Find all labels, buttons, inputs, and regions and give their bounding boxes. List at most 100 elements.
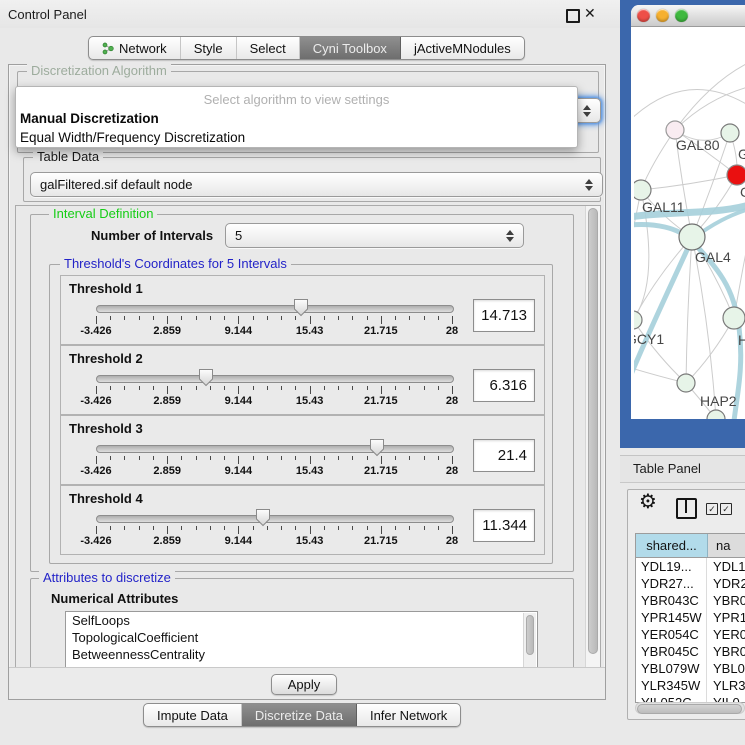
- cell-shared-name: YPR145W: [636, 609, 707, 626]
- threshold-value-field[interactable]: 11.344: [473, 509, 535, 542]
- table-row[interactable]: YDL19...YDL1: [636, 558, 745, 575]
- slider-thumb[interactable]: [293, 298, 309, 317]
- network-edge[interactable]: [686, 237, 692, 383]
- slider-track[interactable]: [96, 305, 454, 313]
- threshold-label: Threshold 1: [69, 281, 143, 296]
- algorithm-placeholder-option[interactable]: Select algorithm to view settings: [16, 90, 577, 109]
- tick-mark: [153, 316, 154, 320]
- slider-tick-labels: -3.4262.8599.14415.4321.71528: [96, 395, 452, 408]
- combo-arrows-icon: [582, 104, 591, 118]
- checkbox-icon[interactable]: ✓: [706, 503, 718, 515]
- slider-thumb[interactable]: [369, 438, 385, 457]
- tick-mark: [409, 526, 410, 530]
- slider-track[interactable]: [96, 375, 454, 383]
- close-button[interactable]: [637, 9, 650, 22]
- tab-style[interactable]: Style: [181, 37, 237, 59]
- threshold-value-field[interactable]: 6.316: [473, 369, 535, 402]
- network-desktop: GAL80GACGAL11GAL4GCY1HHAP2: [620, 0, 745, 448]
- slider-thumb[interactable]: [255, 508, 271, 527]
- tick-mark: [96, 316, 97, 324]
- network-edge-highlighted[interactable]: [634, 239, 692, 377]
- tab-infer-network[interactable]: Infer Network: [357, 704, 460, 726]
- tick-mark: [295, 526, 296, 530]
- scrollbar-thumb[interactable]: [637, 704, 742, 714]
- tab-impute-data[interactable]: Impute Data: [144, 704, 242, 726]
- tick-mark: [167, 456, 168, 464]
- attribute-item[interactable]: BetweennessCentrality: [66, 646, 537, 663]
- algorithm-option-manual-discretization[interactable]: Manual Discretization: [16, 109, 577, 128]
- network-window-titlebar[interactable]: [631, 5, 745, 27]
- tab-discretize-data[interactable]: Discretize Data: [242, 704, 357, 726]
- numerical-attributes-list[interactable]: SelfLoopsTopologicalCoefficientBetweenne…: [65, 611, 538, 669]
- minimize-button[interactable]: [656, 9, 669, 22]
- tick-mark: [181, 316, 182, 320]
- cell-name: YBR0: [707, 643, 745, 660]
- table-row[interactable]: YBL079WYBL0: [636, 660, 745, 677]
- table-panel-title: Table Panel: [633, 461, 701, 476]
- tick-mark: [367, 456, 368, 460]
- tab-cyni-toolbox[interactable]: Cyni Toolbox: [300, 37, 401, 59]
- network-node-gal11[interactable]: [634, 180, 651, 200]
- tick-mark: [395, 456, 396, 460]
- attributes-group: Attributes to discretize Numerical Attri…: [30, 578, 574, 669]
- columns-icon[interactable]: [676, 498, 697, 519]
- tick-mark: [181, 526, 182, 530]
- network-edge[interactable]: [675, 87, 745, 130]
- checkbox-icon[interactable]: ✓: [720, 503, 732, 515]
- table-horizontal-scrollbar[interactable]: [635, 702, 745, 714]
- close-icon[interactable]: ✕: [584, 5, 596, 22]
- network-node-c[interactable]: [727, 165, 745, 185]
- interval-definition-label: Interval Definition: [49, 207, 157, 221]
- zoom-button[interactable]: [675, 9, 688, 22]
- network-node-h[interactable]: [723, 307, 745, 329]
- network-node-ga[interactable]: [721, 124, 739, 142]
- tick-mark: [167, 526, 168, 534]
- network-node-gcy1[interactable]: [634, 311, 642, 329]
- algorithm-option-equal-width-frequency-discretization[interactable]: Equal Width/Frequency Discretization: [16, 128, 577, 147]
- tab-network[interactable]: Network: [89, 37, 181, 59]
- network-canvas[interactable]: GAL80GACGAL11GAL4GCY1HHAP2: [631, 27, 745, 419]
- apply-button[interactable]: Apply: [271, 674, 337, 695]
- viewport-scrollbar[interactable]: [585, 206, 600, 668]
- attribute-item[interactable]: TopologicalCoefficient: [66, 629, 537, 646]
- table-data-combobox[interactable]: galFiltered.sif default node: [30, 172, 603, 197]
- number-of-intervals-spinner[interactable]: 5: [225, 223, 524, 248]
- slider-thumb[interactable]: [198, 368, 214, 387]
- table-row[interactable]: YBR045CYBR0: [636, 643, 745, 660]
- tick-mark: [153, 386, 154, 390]
- gear-icon[interactable]: ⚙: [639, 492, 657, 512]
- slider-track[interactable]: [96, 445, 454, 453]
- table-row[interactable]: YER054CYER0: [636, 626, 745, 643]
- tick-mark: [167, 386, 168, 394]
- scrollbar-thumb[interactable]: [588, 208, 598, 654]
- network-edge[interactable]: [641, 175, 737, 190]
- attributes-scrollbar[interactable]: [523, 613, 536, 667]
- tick-label: 28: [446, 535, 458, 547]
- tick-mark: [281, 526, 282, 530]
- tab-jactivemnodules[interactable]: jActiveMNodules: [401, 37, 524, 59]
- column-header-shared-name[interactable]: shared...: [636, 534, 708, 557]
- tick-mark: [139, 316, 140, 320]
- node-label: GCY1: [634, 331, 664, 347]
- table-row[interactable]: YLR345WYLR3: [636, 677, 745, 694]
- column-header-name[interactable]: na: [708, 534, 745, 557]
- tick-mark: [395, 386, 396, 390]
- tick-mark: [452, 526, 453, 534]
- tick-mark: [253, 456, 254, 460]
- table-row[interactable]: YBR043CYBR0: [636, 592, 745, 609]
- scrollbar-thumb[interactable]: [526, 615, 534, 655]
- tick-mark: [181, 456, 182, 460]
- table-row[interactable]: YPR145WYPR1: [636, 609, 745, 626]
- threshold-value-field[interactable]: 21.4: [473, 439, 535, 472]
- network-node-gal4[interactable]: [679, 224, 705, 250]
- slider-track[interactable]: [96, 515, 454, 523]
- threshold-value-field[interactable]: 14.713: [473, 299, 535, 332]
- attribute-item[interactable]: SelfLoops: [66, 612, 537, 629]
- top-tab-bar: NetworkStyleSelectCyni ToolboxjActiveMNo…: [88, 36, 525, 60]
- tick-mark: [167, 316, 168, 324]
- table-row[interactable]: YDR27...YDR2: [636, 575, 745, 592]
- network-node-hap2[interactable]: [677, 374, 695, 392]
- float-window-icon[interactable]: [566, 9, 580, 23]
- tab-select[interactable]: Select: [237, 37, 300, 59]
- tab-label: Infer Network: [370, 708, 447, 723]
